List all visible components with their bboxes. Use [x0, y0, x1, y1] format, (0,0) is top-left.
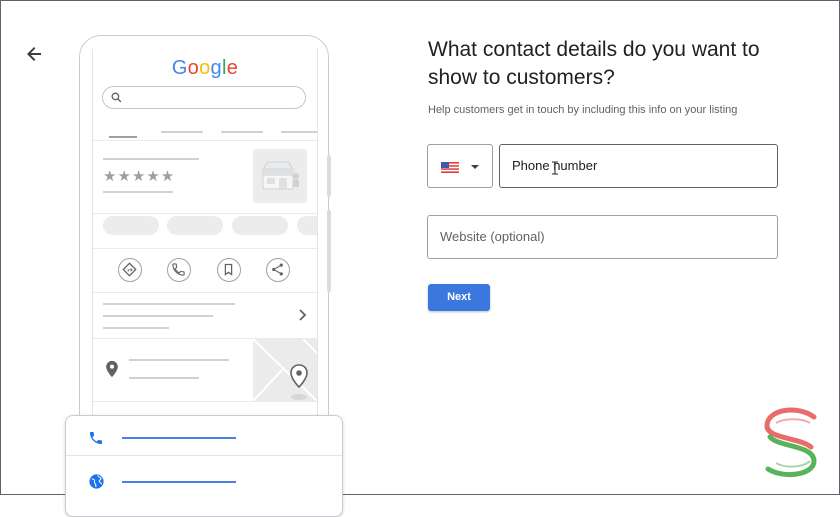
directions-action: [118, 258, 142, 282]
directions-icon: [122, 262, 137, 277]
logo-letter: o: [199, 57, 211, 79]
call-action: [167, 258, 191, 282]
us-flag-icon: [441, 162, 459, 173]
call-icon: [172, 263, 185, 276]
logo-letter: G: [171, 57, 188, 79]
phone-side-button: [327, 210, 331, 292]
share-icon: [272, 263, 283, 276]
search-icon: [111, 92, 122, 103]
mock-tab: [161, 131, 203, 133]
logo-letter: o: [187, 57, 200, 79]
arrow-back-icon: [27, 47, 41, 61]
page-title: What contact details do you want to show…: [428, 38, 760, 89]
logo-letter: g: [210, 57, 222, 79]
mock-text-line: [103, 303, 235, 305]
map-icon: [253, 339, 317, 401]
phone-side-button: [327, 155, 331, 197]
mock-text-line: [103, 158, 199, 160]
mock-text-line: [103, 315, 213, 317]
watermark-logo: [764, 407, 817, 478]
globe-icon: [89, 474, 104, 489]
website-input[interactable]: Website (optional): [427, 215, 778, 259]
website-placeholder-line: [122, 481, 236, 483]
mock-text-line: [103, 191, 173, 193]
mock-chip: [103, 216, 159, 235]
business-thumbnail: [253, 149, 307, 203]
mock-tab: [281, 131, 317, 133]
phone-number-input[interactable]: Phone number: [499, 144, 778, 188]
mock-tab-active: [109, 136, 137, 138]
back-button[interactable]: [22, 42, 46, 66]
next-button[interactable]: Next: [428, 284, 490, 311]
storefront-icon: [261, 161, 299, 190]
location-pin-icon: [106, 360, 118, 378]
page-subtitle: Help customers get in touch by including…: [428, 104, 738, 116]
phone-icon: [90, 432, 102, 444]
dropdown-caret-icon: [471, 165, 479, 169]
chevron-right-icon: [299, 309, 307, 321]
bookmark-icon: [224, 263, 233, 276]
mock-text-line: [129, 377, 199, 379]
mock-chip: [297, 216, 317, 235]
mock-text-line: [103, 327, 169, 329]
text-cursor-icon: [552, 161, 558, 175]
mini-map: [253, 339, 317, 401]
save-action: [217, 258, 241, 282]
mock-tab: [221, 131, 263, 133]
divider: [93, 213, 317, 214]
google-logo: Google: [93, 57, 317, 80]
phone-placeholder-line: [122, 437, 236, 439]
divider: [93, 248, 317, 249]
mock-chip: [167, 216, 223, 235]
mock-chip: [232, 216, 288, 235]
divider: [93, 140, 317, 141]
divider: [66, 455, 342, 456]
share-action: [266, 258, 290, 282]
country-code-select[interactable]: [427, 144, 493, 188]
divider: [93, 401, 317, 402]
mock-text-line: [129, 359, 229, 361]
contact-preview-card: [65, 415, 343, 517]
divider: [93, 292, 317, 293]
logo-letter: e: [226, 57, 239, 79]
star-rating: ★★★★★: [103, 168, 176, 185]
mock-search-bar: [102, 86, 306, 109]
